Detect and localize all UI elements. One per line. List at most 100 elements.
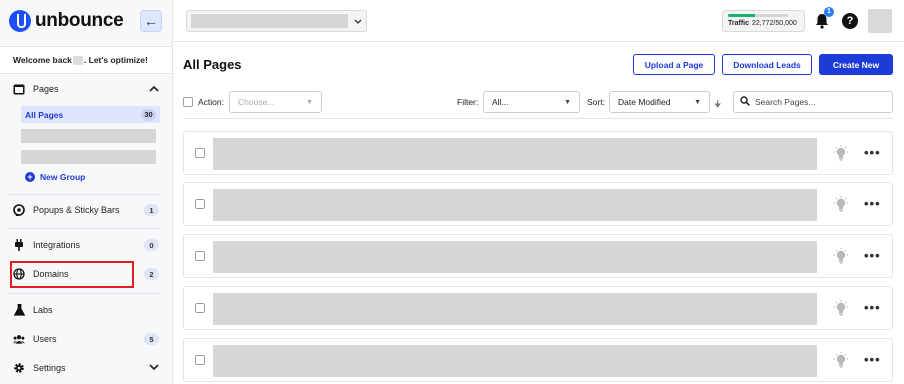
popup-icon xyxy=(13,204,25,216)
sort-select[interactable]: Date Modified ▼ xyxy=(609,91,710,113)
create-new-button[interactable]: Create New xyxy=(819,54,893,75)
arrow-left-icon: ← xyxy=(144,13,158,29)
search-icon xyxy=(740,96,750,108)
chevron-down-icon xyxy=(149,363,159,373)
row-checkbox[interactable] xyxy=(195,303,205,313)
gear-icon xyxy=(13,362,25,374)
more-options-icon[interactable]: ••• xyxy=(864,248,881,263)
new-group-label: New Group xyxy=(40,172,86,182)
page-info-redacted xyxy=(213,189,817,221)
page-title: All Pages xyxy=(183,57,242,72)
divider xyxy=(8,293,160,294)
welcome-message: Welcome back . Let's optimize! xyxy=(0,46,172,74)
app: unbounce ← Welcome back . Let's optimize!… xyxy=(0,0,904,384)
table-row[interactable]: ••• xyxy=(183,131,893,175)
sidebar-item-integrations[interactable]: Integrations 0 xyxy=(0,238,172,252)
lightbulb-icon[interactable] xyxy=(833,300,849,317)
lightbulb-icon[interactable] xyxy=(833,248,849,265)
sidebar-item-label: Pages xyxy=(33,84,59,94)
workspace-name-redacted xyxy=(191,14,348,28)
sidebar-item-popups[interactable]: Popups & Sticky Bars 1 xyxy=(0,203,172,217)
action-select-value: Choose... xyxy=(238,97,275,107)
traffic-meter[interactable]: Traffic 22,772/50,000 xyxy=(722,10,805,32)
search-input[interactable]: Search Pages... xyxy=(733,91,893,113)
filter-label: Filter: xyxy=(457,97,479,107)
workspace-select[interactable] xyxy=(186,10,367,32)
new-group-button[interactable]: + New Group xyxy=(25,172,85,182)
divider xyxy=(8,228,160,229)
logo-text: unbounce xyxy=(35,10,124,31)
sidebar-item-label: Users xyxy=(33,334,57,344)
sidebar-item-label: All Pages xyxy=(25,109,64,120)
caret-down-icon: ▼ xyxy=(564,98,571,106)
sidebar-item-users[interactable]: Users 5 xyxy=(0,332,172,346)
page-group-redacted[interactable] xyxy=(21,150,156,164)
filter-select[interactable]: All... ▼ xyxy=(483,91,580,113)
count-badge: 30 xyxy=(141,108,156,121)
welcome-prefix: Welcome back xyxy=(13,55,72,65)
lightbulb-icon[interactable] xyxy=(833,352,849,369)
row-checkbox[interactable] xyxy=(195,148,205,158)
search-placeholder: Search Pages... xyxy=(755,97,816,107)
action-select[interactable]: Choose... ▼ xyxy=(229,91,322,113)
table-row[interactable]: ••• xyxy=(183,338,893,382)
action-label: Action: xyxy=(198,97,224,107)
caret-down-icon: ▼ xyxy=(306,98,313,106)
avatar[interactable] xyxy=(868,9,892,33)
table-row[interactable]: ••• xyxy=(183,286,893,330)
upload-page-button[interactable]: Upload a Page xyxy=(633,54,715,75)
user-name-redacted xyxy=(72,56,83,66)
unbounce-logo[interactable]: unbounce xyxy=(9,10,124,32)
sort-label: Sort: xyxy=(587,97,605,107)
more-options-icon[interactable]: ••• xyxy=(864,352,881,367)
sidebar-item-pages[interactable]: Pages xyxy=(0,82,172,96)
download-leads-button[interactable]: Download Leads xyxy=(722,54,812,75)
row-checkbox[interactable] xyxy=(195,251,205,261)
row-checkbox[interactable] xyxy=(195,199,205,209)
plus-icon: + xyxy=(25,172,35,182)
page-group-redacted[interactable] xyxy=(21,129,156,143)
row-checkbox[interactable] xyxy=(195,355,205,365)
sidebar: unbounce ← Welcome back . Let's optimize!… xyxy=(0,0,173,384)
flask-icon xyxy=(13,304,25,316)
traffic-text: Traffic 22,772/50,000 xyxy=(728,20,799,27)
traffic-value: 22,772/50,000 xyxy=(752,20,797,27)
sidebar-item-settings[interactable]: Settings xyxy=(0,361,172,375)
sort-direction-icon[interactable]: 🠋 xyxy=(714,97,721,113)
welcome-suffix: . Let's optimize! xyxy=(83,55,148,65)
sidebar-item-label: Popups & Sticky Bars xyxy=(33,205,120,215)
sidebar-item-labs[interactable]: Labs xyxy=(0,303,172,317)
more-options-icon[interactable]: ••• xyxy=(864,300,881,315)
chevron-up-icon xyxy=(149,84,159,95)
domains-highlight xyxy=(10,261,134,288)
lightbulb-icon[interactable] xyxy=(833,145,849,162)
page-info-redacted xyxy=(213,241,817,273)
table-row[interactable]: ••• xyxy=(183,234,893,278)
divider xyxy=(183,118,893,119)
help-icon[interactable]: ? xyxy=(842,13,858,29)
notification-badge: 1 xyxy=(824,7,834,17)
traffic-progress-fill xyxy=(728,14,756,17)
users-icon xyxy=(13,333,25,345)
traffic-progress-bar xyxy=(728,14,788,17)
logo-icon xyxy=(9,10,31,32)
page-info-redacted xyxy=(213,138,817,170)
sidebar-item-label: Labs xyxy=(33,305,53,315)
divider xyxy=(8,194,160,195)
table-row[interactable]: ••• xyxy=(183,182,893,226)
select-all-checkbox[interactable] xyxy=(183,97,193,107)
caret-down-icon: ▼ xyxy=(694,98,701,106)
collapse-sidebar-button[interactable]: ← xyxy=(140,10,162,32)
count-badge: 1 xyxy=(144,204,159,216)
sidebar-item-label: Settings xyxy=(33,363,66,373)
top-bar: Traffic 22,772/50,000 1 ? xyxy=(174,0,904,42)
chevron-down-icon xyxy=(354,17,362,26)
more-options-icon[interactable]: ••• xyxy=(864,196,881,211)
lightbulb-icon[interactable] xyxy=(833,196,849,213)
sidebar-item-all-pages[interactable]: All Pages 30 xyxy=(21,106,160,123)
sidebar-item-label: Integrations xyxy=(33,240,81,250)
page-info-redacted xyxy=(213,293,817,325)
more-options-icon[interactable]: ••• xyxy=(864,145,881,160)
sort-select-value: Date Modified xyxy=(618,97,671,107)
page-info-redacted xyxy=(213,345,817,377)
